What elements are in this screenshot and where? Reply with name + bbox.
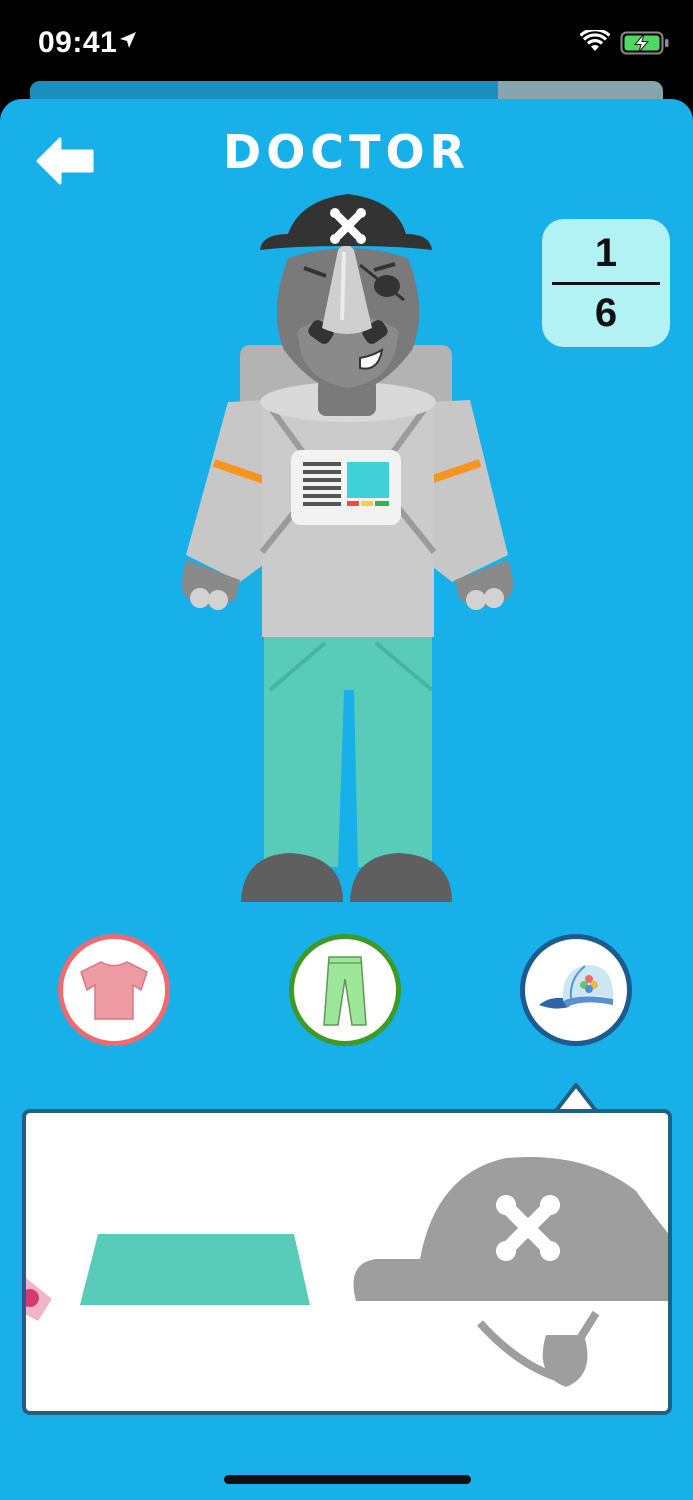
chest-control-panel [291, 450, 401, 525]
cap-icon [539, 965, 613, 1009]
pink-accessory-icon[interactable] [26, 1273, 52, 1321]
t-shirt-icon [80, 961, 148, 1020]
pirate-hat [260, 194, 432, 250]
status-bar: 09:41 [0, 0, 693, 84]
pirate-hat-icon[interactable] [353, 1156, 669, 1387]
item-tray-canvas [26, 1156, 669, 1387]
pants-icon [323, 956, 367, 1026]
status-time: 09:41 [38, 26, 118, 59]
category-hat-button[interactable] [520, 934, 632, 1046]
home-indicator [224, 1475, 471, 1484]
green-hat-brim-icon[interactable] [80, 1234, 310, 1305]
wifi-icon [580, 30, 610, 51]
right-sleeve [424, 400, 508, 582]
location-arrow-icon [120, 32, 136, 48]
battery-charging-icon [620, 31, 669, 55]
item-tray[interactable] [22, 1109, 672, 1415]
dress-up-screen: DOCTOR 1 6 [0, 99, 693, 1500]
category-shirt-button[interactable] [58, 934, 170, 1046]
rhino-character [181, 194, 514, 902]
trousers [264, 635, 434, 867]
left-sleeve [186, 400, 270, 582]
category-pants-button[interactable] [289, 934, 401, 1046]
